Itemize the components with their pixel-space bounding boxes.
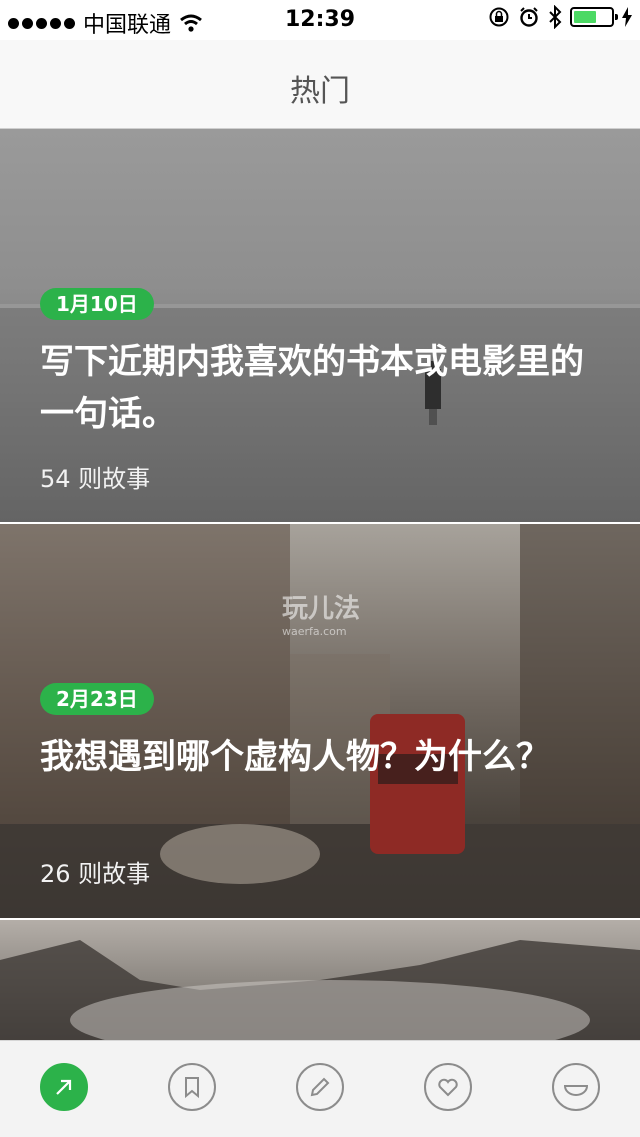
card-title: 写下近期内我喜欢的书本或电影里的一句话。 [40,342,584,434]
tab-profile[interactable] [552,1063,600,1111]
date-badge: 2月23日 [40,683,154,715]
arrow-up-right-icon [56,1079,72,1095]
rotation-lock-icon [489,7,509,27]
misty-cliff-background [0,940,640,1040]
tab-bar [0,1040,640,1137]
charging-icon [622,7,632,27]
date-badge: 1月10日 [40,288,154,320]
story-count: 26 则故事 [40,860,151,888]
smile-icon [563,1085,589,1096]
topic-card[interactable]: 1月10日 写下近期内我喜欢的书本或电影里的一句话。 54 则故事 [0,129,640,522]
tab-bookmarks[interactable] [168,1063,216,1111]
heart-icon [438,1078,458,1097]
bluetooth-icon [549,5,562,29]
nav-bar: 热门 [0,40,640,129]
topic-card[interactable]: 玩儿法 waerfa.com 2月23日 我想遇到哪个虚构人物？为什么？ 26 … [0,524,640,918]
page-title: 热门 [290,74,350,109]
card-title: 我想遇到哪个虚构人物？为什么？ [40,737,550,777]
tab-trending[interactable] [40,1063,88,1111]
battery-icon [570,7,618,27]
alarm-icon [520,7,538,27]
status-bar: 中国联通 12:39 [0,0,640,40]
tab-likes[interactable] [424,1063,472,1111]
bookmark-icon [185,1077,199,1099]
tab-write[interactable] [296,1063,344,1111]
story-count: 54 则故事 [40,465,151,493]
pencil-icon [310,1077,330,1097]
topic-card[interactable] [0,920,640,1040]
watermark-logo: 玩儿法 waerfa.com [282,594,361,638]
